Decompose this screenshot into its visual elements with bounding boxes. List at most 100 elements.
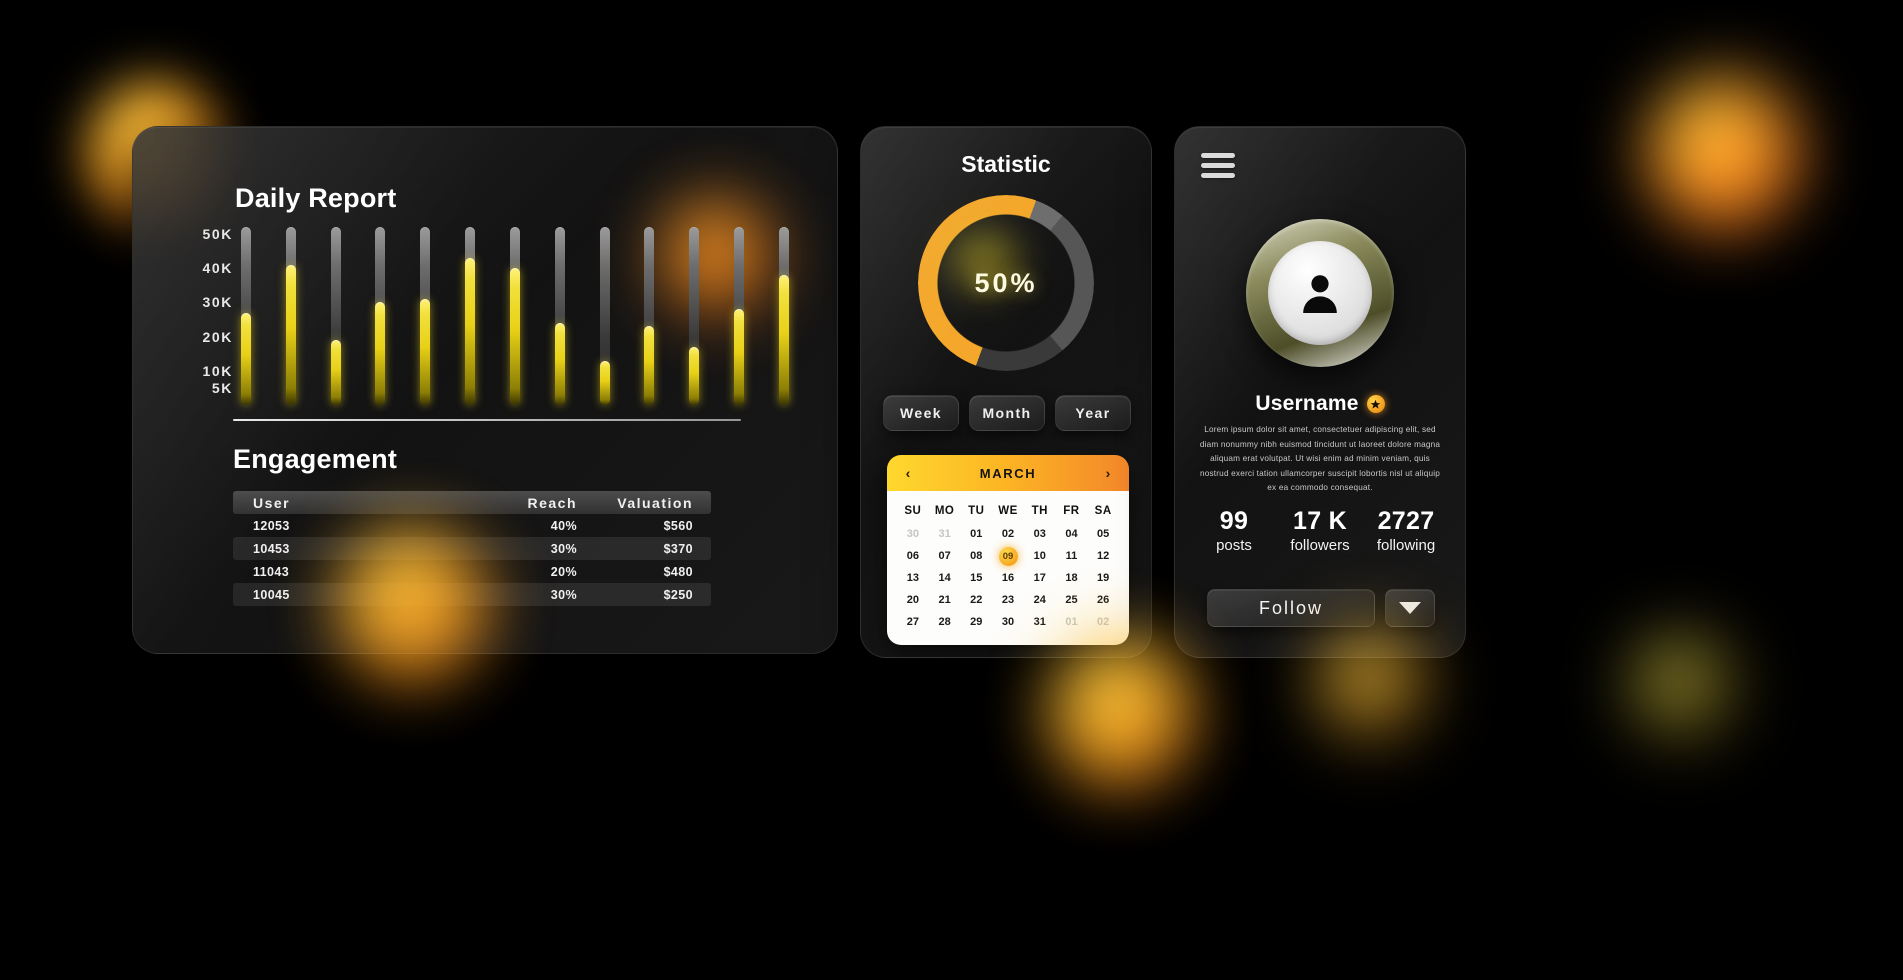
- gauge-value: 50%: [974, 267, 1038, 298]
- calendar-day[interactable]: 30: [992, 611, 1024, 633]
- calendar-day[interactable]: 06: [897, 545, 929, 567]
- chart-bar: [689, 227, 700, 405]
- calendar-day[interactable]: 16: [992, 567, 1024, 589]
- profile-panel: Username Lorem ipsum dolor sit amet, con…: [1174, 126, 1466, 658]
- decorative-orb-top-right: [1648, 78, 1798, 228]
- chart-bar: [778, 227, 789, 405]
- calendar-day[interactable]: 17: [1024, 567, 1056, 589]
- calendar-day[interactable]: 29: [960, 611, 992, 633]
- calendar-weekday: SA: [1094, 505, 1112, 517]
- chart-bar: [285, 227, 296, 405]
- period-button-month[interactable]: Month: [969, 395, 1045, 431]
- calendar-day[interactable]: 08: [960, 545, 992, 567]
- calendar-day[interactable]: 31: [1024, 611, 1056, 633]
- calendar-day[interactable]: 15: [960, 567, 992, 589]
- table-cell: 30%: [550, 541, 577, 556]
- username-label: Username: [1255, 392, 1359, 415]
- dashboard-root: Daily Report 50K 40K 30K 20K 10K 5K Engagemen…: [0, 0, 1903, 980]
- profile-stat-posts[interactable]: 99 posts: [1191, 507, 1277, 554]
- chart-bar: [465, 227, 476, 405]
- statistic-title: Statistic: [961, 151, 1051, 177]
- calendar-day[interactable]: 04: [1056, 523, 1088, 545]
- calendar-day[interactable]: 10: [1024, 545, 1056, 567]
- calendar-day[interactable]: 26: [1087, 589, 1119, 611]
- calendar-week-row: 27 28 29 30 31 01 02: [897, 611, 1119, 633]
- calendar-day[interactable]: 01: [1056, 611, 1088, 633]
- calendar-day[interactable]: 23: [992, 589, 1024, 611]
- chart-bar-fill: [465, 257, 476, 405]
- chart-bar-fill: [330, 339, 341, 405]
- calendar-day[interactable]: 20: [897, 589, 929, 611]
- calendar-day[interactable]: 05: [1087, 523, 1119, 545]
- hamburger-menu-icon[interactable]: [1201, 153, 1235, 183]
- table-column-header: Valuation: [617, 494, 693, 511]
- profile-stat-label: following: [1376, 537, 1436, 554]
- calendar-day[interactable]: 18: [1056, 567, 1088, 589]
- calendar-day[interactable]: 11: [1056, 545, 1088, 567]
- calendar-day[interactable]: 01: [960, 523, 992, 545]
- profile-stat-label: followers: [1290, 537, 1350, 554]
- chevron-right-icon[interactable]: ›: [1101, 465, 1115, 481]
- decorative-orb-bottom-center: [1050, 638, 1192, 786]
- calendar-weekday: FR: [1063, 505, 1080, 517]
- table-row[interactable]: 12053 40% $560: [233, 514, 711, 537]
- calendar-header: ‹ MARCH ›: [887, 455, 1129, 491]
- profile-stat-followers[interactable]: 17 K followers: [1277, 507, 1363, 554]
- profile-stat-value: 17 K: [1292, 507, 1347, 535]
- table-cell: 11043: [253, 564, 290, 579]
- chart-bar-fill: [241, 312, 251, 405]
- table-row[interactable]: 11043 20% $480: [233, 560, 711, 583]
- calendar-weekday: MO: [934, 505, 955, 517]
- calendar-week-row: 20 21 22 23 24 25 26: [897, 589, 1119, 611]
- calendar-day[interactable]: 30: [897, 523, 929, 545]
- chart-bar-fill: [285, 264, 296, 405]
- calendar-day[interactable]: 03: [1024, 523, 1056, 545]
- period-segmented-control[interactable]: Week Month Year: [883, 395, 1131, 431]
- follow-actions: Follow: [1207, 589, 1435, 627]
- calendar-day[interactable]: 21: [929, 589, 961, 611]
- calendar-grid[interactable]: SU MO TU WE TH FR SA 30 31 01 02 03 04 05 06 07 08 09 10 11…: [887, 491, 1129, 645]
- table-header-row: User Reach Valuation: [233, 491, 711, 514]
- follow-button[interactable]: Follow: [1207, 589, 1375, 627]
- calendar-day[interactable]: 12: [1087, 545, 1119, 567]
- calendar-day[interactable]: 28: [929, 611, 961, 633]
- chart-bar: [599, 227, 610, 405]
- period-button-year[interactable]: Year: [1055, 395, 1131, 431]
- calendar-day[interactable]: 24: [1024, 589, 1056, 611]
- calendar-day[interactable]: 02: [992, 523, 1024, 545]
- chart-bar-fill: [599, 360, 610, 405]
- decorative-orb-profile-2: [1630, 636, 1736, 742]
- calendar-day[interactable]: 19: [1087, 567, 1119, 589]
- table-cell: $250: [663, 587, 693, 602]
- calendar-day-selected[interactable]: 09: [992, 545, 1024, 567]
- follow-dropdown-button[interactable]: [1385, 589, 1435, 627]
- calendar-month-label: MARCH: [979, 465, 1037, 481]
- section-divider: [233, 419, 741, 421]
- table-column-header: Reach: [527, 494, 577, 511]
- table-cell: 10045: [253, 587, 290, 602]
- table-row[interactable]: 10453 30% $370: [233, 537, 711, 560]
- chart-bar: [734, 227, 745, 405]
- profile-stat-value: 99: [1219, 507, 1249, 535]
- table-cell: 20%: [550, 564, 577, 579]
- profile-bio: Lorem ipsum dolor sit amet, consectetuer…: [1199, 425, 1441, 493]
- period-button-week[interactable]: Week: [883, 395, 959, 431]
- calendar-day[interactable]: 27: [897, 611, 929, 633]
- calendar-day[interactable]: 25: [1056, 589, 1088, 611]
- calendar-day[interactable]: 31: [929, 523, 961, 545]
- calendar-day[interactable]: 07: [929, 545, 961, 567]
- calendar-day[interactable]: 13: [897, 567, 929, 589]
- calendar-week-row: 06 07 08 09 10 11 12: [897, 545, 1119, 567]
- calendar-widget[interactable]: ‹ MARCH › SU MO TU WE TH FR SA 30 31 01 02 03 04 05 06…: [887, 455, 1129, 645]
- calendar-day[interactable]: 02: [1087, 611, 1119, 633]
- statistic-gauge: 50%: [918, 195, 1094, 371]
- table-row[interactable]: 10045 30% $250: [233, 583, 711, 606]
- calendar-day[interactable]: 14: [929, 567, 961, 589]
- profile-stat-value: 2727: [1377, 507, 1435, 535]
- chart-y-tick: 30K: [202, 294, 233, 311]
- calendar-day[interactable]: 22: [960, 589, 992, 611]
- calendar-weekday: TH: [1031, 505, 1048, 517]
- profile-stat-following[interactable]: 2727 following: [1363, 507, 1449, 554]
- daily-report-panel: Daily Report 50K 40K 30K 20K 10K 5K Engagemen…: [132, 126, 838, 654]
- chevron-left-icon[interactable]: ‹: [901, 465, 915, 481]
